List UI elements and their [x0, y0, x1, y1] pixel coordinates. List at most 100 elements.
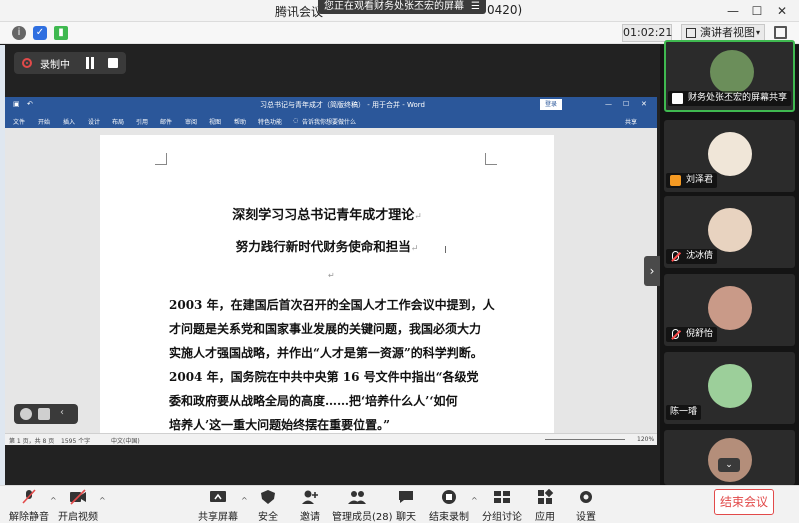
- view-mode-label: 演讲者视图: [700, 26, 755, 39]
- stop-icon[interactable]: [108, 58, 118, 68]
- recording-bar: 录制中: [14, 52, 126, 74]
- pause-icon[interactable]: [84, 57, 96, 69]
- recording-icon: [22, 58, 32, 68]
- word-window: ▣ ↶ 习总书记与青年成才（简版终稿） - 用于合并 - Word 登录 — ☐…: [5, 97, 657, 445]
- lightbulb-icon: ◌: [293, 117, 299, 124]
- chevron-up-icon[interactable]: ^: [99, 496, 106, 505]
- mic-muted-icon: [672, 329, 679, 339]
- ribbon-tab[interactable]: 文件: [13, 117, 25, 126]
- end-recording-button[interactable]: 结束录制: [428, 486, 470, 523]
- minimize-icon[interactable]: —: [724, 2, 742, 20]
- word-minimize-icon[interactable]: —: [605, 100, 612, 108]
- avatar: [708, 132, 752, 176]
- login-button[interactable]: 登录: [540, 99, 562, 110]
- breakout-button[interactable]: 分组讨论: [482, 486, 522, 523]
- participant-tile[interactable]: 陈一璿: [664, 352, 795, 424]
- tell-me-search[interactable]: 告诉我你想要做什么: [302, 117, 356, 126]
- word-close-icon[interactable]: ✕: [641, 100, 647, 108]
- participant-name-tag: 刘泽君: [666, 173, 718, 188]
- security-label: 安全: [258, 512, 278, 523]
- breakout-icon: [494, 491, 510, 503]
- document-line: 2004 年，国务院在中共中央第 16 号文件中指出“各级党: [169, 370, 479, 384]
- collapse-panel-icon[interactable]: ›: [644, 256, 660, 286]
- share-screen-label: 共享屏幕: [198, 512, 238, 523]
- ribbon-tab[interactable]: 开始: [38, 117, 50, 126]
- scroll-down-icon[interactable]: ⌄: [718, 458, 740, 472]
- start-video-label: 开启视频: [58, 512, 98, 523]
- settings-button[interactable]: 设置: [570, 486, 602, 523]
- chat-bubble-icon[interactable]: [38, 408, 50, 420]
- word-ribbon: 文件 开始 插入 设计 布局 引用 邮件 审阅 视图 帮助 特色功能 ◌ 告诉我…: [5, 113, 657, 128]
- share-banner[interactable]: 您正在观看财务处张丕宏的屏幕 ☰: [318, 0, 486, 14]
- word-canvas: 深刻学习习总书记青年成才理论↵ 努力践行新时代财务使命和担当↵ ↵ 2003 年…: [5, 128, 657, 433]
- end-meeting-button[interactable]: 结束会议: [714, 489, 774, 515]
- margin-mark: [155, 153, 167, 165]
- avatar: [708, 286, 752, 330]
- chevron-up-icon[interactable]: ^: [471, 496, 478, 505]
- chevron-left-icon[interactable]: ‹: [60, 407, 64, 418]
- close-icon[interactable]: ✕: [773, 2, 791, 20]
- ribbon-tab[interactable]: 设计: [88, 117, 100, 126]
- ribbon-tab[interactable]: 帮助: [234, 117, 246, 126]
- mic-muted-icon: [672, 251, 679, 261]
- document-subtitle: 努力践行新时代财务使命和担当↵: [235, 239, 419, 254]
- apps-button[interactable]: 应用: [530, 486, 560, 523]
- chat-icon: [399, 491, 413, 503]
- maximize-icon[interactable]: ☐: [748, 2, 766, 20]
- ribbon-tab[interactable]: 视图: [209, 117, 221, 126]
- chevron-down-icon: ▾: [755, 28, 760, 37]
- word-document-title: 习总书记与青年成才（简版终稿） - 用于合并 - Word: [260, 101, 425, 109]
- participant-tile[interactable]: 倪舒怡: [664, 274, 795, 346]
- security-button[interactable]: 安全: [252, 486, 284, 523]
- chevron-up-icon[interactable]: ^: [241, 496, 248, 505]
- chat-button[interactable]: 聊天: [390, 486, 422, 523]
- ribbon-tab[interactable]: 邮件: [160, 117, 172, 126]
- manage-members-button[interactable]: 管理成员(28): [332, 486, 393, 523]
- share-screen-icon: [210, 491, 226, 502]
- start-video-button[interactable]: 开启视频: [58, 486, 98, 523]
- meeting-id: 0420): [487, 3, 523, 17]
- word-maximize-icon[interactable]: ☐: [623, 100, 629, 108]
- document-line: 才问题是关系党和国家事业发展的关键问题，我国必须大力: [169, 322, 482, 336]
- word-status-bar: 第 1 页，共 8 页 1595 个字 中文(中国) 120%: [5, 433, 657, 445]
- fullscreen-icon[interactable]: [774, 26, 787, 39]
- participant-tile[interactable]: 沈冰倩: [664, 196, 795, 268]
- participant-tile[interactable]: 刘泽君: [664, 120, 795, 192]
- breakout-label: 分组讨论: [482, 512, 522, 523]
- ribbon-tab[interactable]: 审阅: [185, 117, 197, 126]
- invite-button[interactable]: 邀请: [294, 486, 326, 523]
- share-button[interactable]: 共享: [625, 117, 637, 126]
- unmute-button[interactable]: 解除静音: [8, 486, 50, 523]
- emoji-icon[interactable]: [20, 408, 32, 420]
- ribbon-tab[interactable]: 特色功能: [258, 117, 282, 126]
- undo-icon[interactable]: ↶: [27, 100, 33, 108]
- participant-tile[interactable]: 财务处张丕宏的屏幕共享: [664, 40, 795, 112]
- ribbon-tab[interactable]: 布局: [112, 117, 124, 126]
- ribbon-tab[interactable]: 插入: [63, 117, 75, 126]
- document-page[interactable]: 深刻学习习总书记青年成才理论↵ 努力践行新时代财务使命和担当↵ ↵ 2003 年…: [100, 135, 554, 433]
- zoom-slider[interactable]: [545, 439, 625, 440]
- participant-name-tag: 倪舒怡: [666, 327, 718, 342]
- manage-members-label: 管理成员(28): [332, 512, 393, 523]
- document-line: 实施人才强国战略，并作出“人才是第一资源”的科学判断。: [169, 346, 483, 360]
- menu-icon[interactable]: ☰: [471, 0, 480, 14]
- status-page: 第 1 页，共 8 页: [9, 438, 55, 445]
- shield-icon: [261, 490, 275, 504]
- info-icon[interactable]: i: [12, 26, 26, 40]
- document-title: 深刻学习习总书记青年成才理论↵: [232, 208, 422, 223]
- chevron-up-icon[interactable]: ^: [50, 496, 57, 505]
- document-line: 培养人’这一重大问题始终摆在重要位置。”: [169, 418, 391, 432]
- shield-icon[interactable]: ✓: [33, 26, 47, 40]
- apps-label: 应用: [535, 512, 555, 523]
- share-screen-button[interactable]: 共享屏幕: [198, 486, 238, 523]
- add-user-icon: [302, 490, 318, 504]
- status-language: 中文(中国): [111, 438, 140, 445]
- chat-label: 聊天: [396, 512, 416, 523]
- unmute-label: 解除静音: [9, 512, 49, 523]
- save-icon[interactable]: ▣: [13, 100, 20, 108]
- signal-icon[interactable]: ▮: [54, 26, 68, 40]
- invite-label: 邀请: [300, 512, 320, 523]
- recording-label: 录制中: [40, 60, 70, 71]
- ribbon-tab[interactable]: 引用: [136, 117, 148, 126]
- participant-name-tag: 陈一璿: [666, 405, 702, 420]
